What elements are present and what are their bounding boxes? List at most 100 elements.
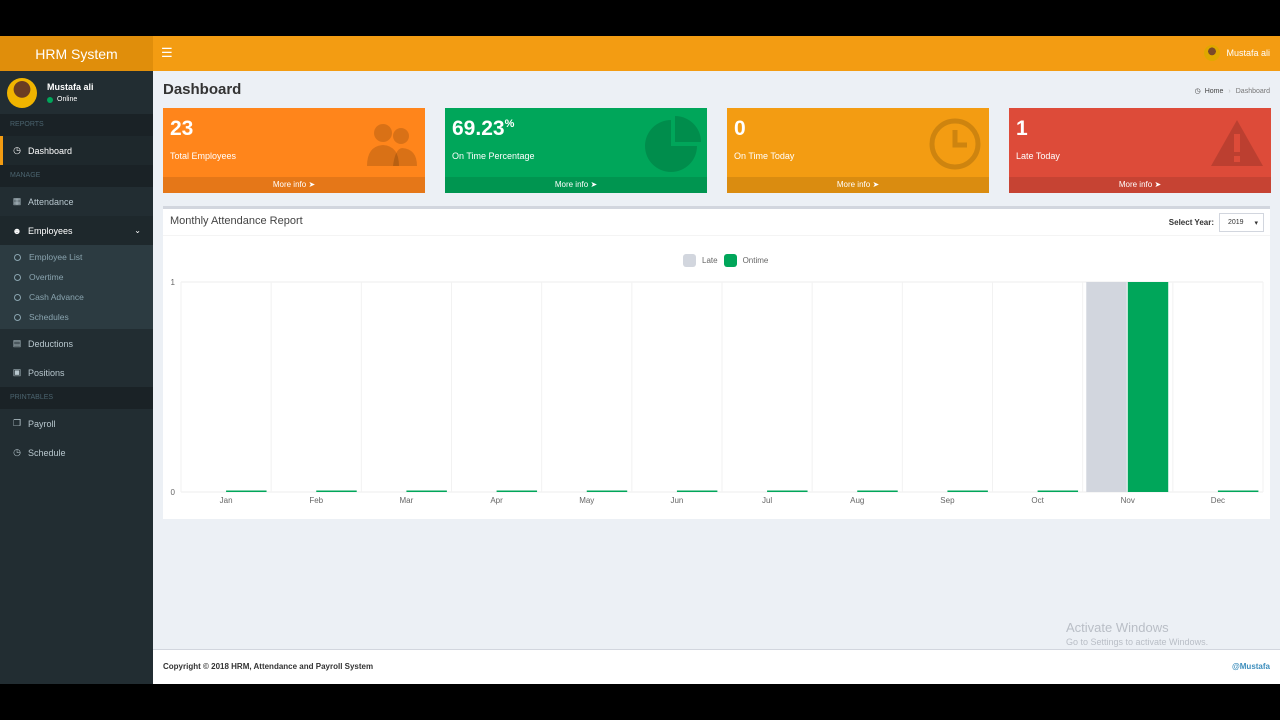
stat-box-total-employees: 23 Total Employees More info ➤	[163, 108, 425, 193]
x-tick-label: Apr	[490, 496, 503, 505]
files-icon: ❐	[12, 418, 22, 428]
more-info-link[interactable]: More info ➤	[445, 177, 707, 193]
breadcrumb-current: Dashboard	[1235, 87, 1270, 95]
bar-ontime-apr	[496, 490, 538, 492]
more-info-link[interactable]: More info ➤	[727, 177, 989, 193]
more-info-link[interactable]: More info ➤	[1009, 177, 1271, 193]
author-link[interactable]: @Mustafa	[1232, 662, 1270, 671]
submenu-item-schedules[interactable]: Schedules	[0, 307, 153, 327]
x-tick-label: Dec	[1211, 496, 1225, 505]
section-header-reports: REPORTS	[0, 114, 153, 136]
sidebar-item-label: Attendance	[28, 196, 74, 207]
sidebar-item-label: Deductions	[28, 338, 74, 349]
windows-watermark-subtitle: Go to Settings to activate Windows.	[1066, 637, 1209, 647]
calendar-icon: ▦	[12, 196, 22, 206]
y-tick-label: 0	[171, 488, 176, 497]
x-tick-label: Sep	[940, 496, 955, 505]
y-tick-label: 1	[171, 278, 176, 287]
avatar	[7, 77, 37, 108]
content-area: Dashboard ◷ Home › Dashboard 23 Total Em…	[153, 71, 1280, 649]
bar-ontime-jan	[226, 490, 267, 492]
sidebar-item-label: Employees	[28, 225, 73, 236]
stat-unit: %	[504, 118, 515, 130]
sidebar-item-label: Schedule	[28, 447, 66, 458]
stat-label: On Time Today	[734, 151, 795, 161]
stat-value: 23	[170, 117, 194, 140]
circle-icon	[14, 313, 21, 321]
stat-value: 0	[734, 117, 746, 140]
sidebar-item-deductions[interactable]: ▤ Deductions	[0, 329, 153, 358]
sidebar: Mustafa ali Online REPORTS ◷ Dashboard M…	[0, 71, 153, 684]
pie-chart-icon	[645, 116, 701, 172]
copyright-text: Copyright © 2018 HRM, Attendance and Pay…	[163, 662, 374, 671]
x-tick-label: Feb	[309, 496, 323, 505]
bar-late-nov	[1086, 282, 1127, 492]
suitcase-icon: ▣	[12, 367, 22, 377]
stat-label: On Time Percentage	[452, 151, 535, 161]
topbar-username: Mustafa ali	[1226, 48, 1270, 58]
bars-icon[interactable]: ☰	[161, 45, 173, 61]
x-tick-label: Jan	[220, 496, 233, 505]
bar-ontime-oct	[1037, 490, 1079, 492]
submenu-item-overtime[interactable]: Overtime	[0, 267, 153, 287]
x-tick-label: Nov	[1121, 496, 1135, 505]
submenu-item-employee-list[interactable]: Employee List	[0, 247, 153, 267]
submenu-label: Schedules	[29, 312, 69, 322]
dashboard-icon: ◷	[1194, 88, 1201, 95]
sidebar-item-label: Dashboard	[28, 145, 73, 156]
bar-ontime-jun	[676, 490, 718, 492]
stat-label: Late Today	[1016, 151, 1060, 161]
submenu-label: Cash Advance	[29, 292, 84, 302]
user-panel: Mustafa ali Online	[0, 71, 153, 114]
chevron-down-icon: ⌄	[134, 226, 141, 235]
section-header-printables: PRINTABLES	[0, 387, 153, 409]
circle-icon	[14, 273, 21, 281]
submenu-label: Overtime	[29, 272, 64, 282]
breadcrumb-home[interactable]: Home	[1205, 88, 1224, 95]
arrow-circle-right-icon: ➤	[590, 180, 598, 189]
stat-value: 69.23%	[452, 117, 515, 140]
circle-icon	[14, 293, 21, 301]
sidebar-item-schedule[interactable]: ◷ Schedule	[0, 438, 153, 467]
submenu-item-cash-advance[interactable]: Cash Advance	[0, 287, 153, 307]
user-status: Online	[47, 96, 94, 103]
stat-box-late-today: 1 Late Today More info ➤	[1009, 108, 1271, 193]
arrow-circle-right-icon: ➤	[872, 180, 880, 189]
sidebar-item-positions[interactable]: ▣ Positions	[0, 358, 153, 387]
more-info-link[interactable]: More info ➤	[163, 177, 425, 193]
online-dot-icon	[47, 96, 53, 103]
windows-watermark-title: Activate Windows	[1066, 620, 1169, 635]
avatar	[1204, 45, 1221, 61]
top-navbar: ☰ Mustafa ali	[153, 36, 1280, 71]
bar-ontime-jul	[767, 490, 808, 492]
submenu-label: Employee List	[29, 252, 83, 262]
sidebar-item-employees[interactable]: ☻ Employees ⌄	[0, 216, 153, 245]
employees-submenu: Employee List Overtime Cash Advance Sche…	[0, 245, 153, 329]
page-title: Dashboard	[163, 81, 242, 98]
dashboard-icon: ◷	[13, 145, 21, 155]
user-name: Mustafa ali	[47, 82, 94, 92]
arrow-circle-right-icon: ➤	[308, 180, 316, 189]
x-tick-label: Aug	[850, 496, 864, 505]
sidebar-item-dashboard[interactable]: ◷ Dashboard	[0, 136, 153, 165]
sidebar-item-payroll[interactable]: ❐ Payroll	[0, 409, 153, 438]
clock-icon: ◷	[13, 447, 21, 457]
bar-chart: 0 1 Jan Feb Mar Apr May Jun Jul Aug Sep Oct Nov Dec	[171, 278, 1264, 505]
circle-icon	[14, 253, 21, 261]
sidebar-item-label: Payroll	[28, 418, 56, 429]
sidebar-item-attendance[interactable]: ▦ Attendance	[0, 187, 153, 216]
app-window: HRM System ☰ Mustafa ali Mustafa ali Onl…	[0, 36, 1280, 684]
stat-value: 1	[1016, 117, 1028, 140]
file-icon: ▤	[12, 338, 22, 348]
clock-icon	[929, 118, 981, 170]
user-status-text: Online	[57, 96, 78, 103]
x-tick-label: Oct	[1031, 496, 1044, 505]
x-tick-label: Jun	[670, 496, 683, 505]
breadcrumb-separator: ›	[1228, 87, 1231, 95]
sidebar-item-label: Positions	[28, 367, 65, 378]
warning-icon	[1211, 120, 1263, 166]
user-menu[interactable]: Mustafa ali	[1204, 45, 1270, 61]
bar-ontime-nov	[1127, 282, 1169, 492]
page-footer: Copyright © 2018 HRM, Attendance and Pay…	[153, 649, 1280, 684]
app-logo[interactable]: HRM System	[0, 36, 153, 71]
